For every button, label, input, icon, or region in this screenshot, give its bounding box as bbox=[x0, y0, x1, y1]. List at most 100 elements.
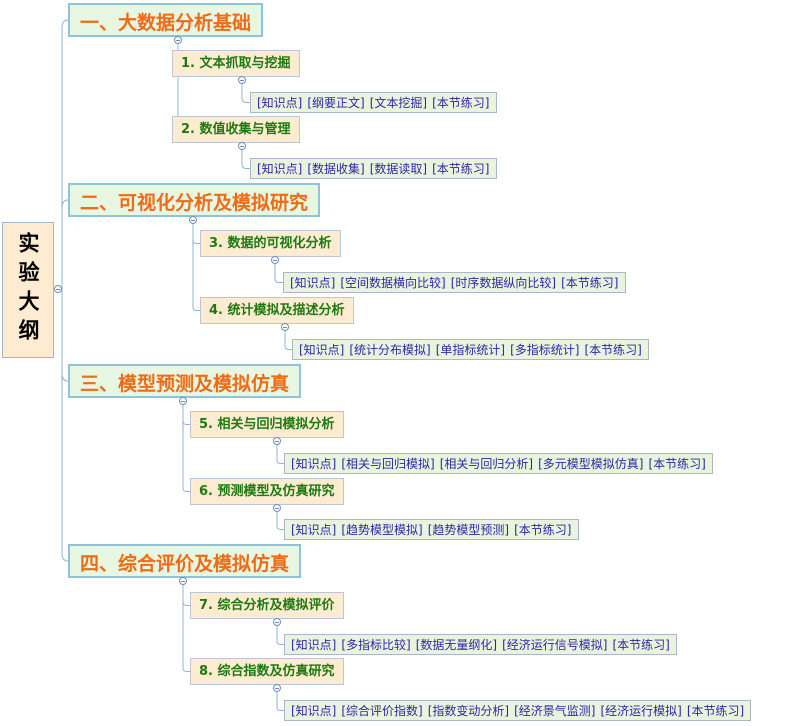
root-title: 实验大纲 bbox=[16, 232, 40, 348]
chapter-3-title: 三、模型预测及模拟仿真 bbox=[80, 373, 290, 395]
section-5-node[interactable]: 5. 相关与回归模拟分析 bbox=[190, 411, 344, 438]
topic-link[interactable]: [本节练习] bbox=[432, 96, 489, 110]
section-5-topics: [知识点] [相关与回归模拟] [相关与回归分析] [多元模型模拟仿真] [本节练习] bbox=[284, 453, 713, 474]
topic-link[interactable]: [趋势模型预测] bbox=[428, 523, 509, 537]
topic-link[interactable]: [单指标统计] bbox=[436, 343, 505, 357]
section-1-title: 1. 文本抓取与挖掘 bbox=[181, 56, 291, 71]
connector-line bbox=[182, 405, 190, 425]
section-3-title: 3. 数据的可视化分析 bbox=[209, 236, 332, 251]
chapter-3-collapse-toggle[interactable] bbox=[179, 397, 187, 405]
chapter-4-title: 四、综合评价及模拟仿真 bbox=[80, 553, 290, 575]
section-7-topics: [知识点] [多指标比较] [数据无量纲化] [经济运行信号模拟] [本节练习] bbox=[284, 634, 677, 655]
topic-link[interactable]: [本节练习] bbox=[432, 162, 489, 176]
root-collapse-toggle[interactable] bbox=[54, 285, 62, 293]
section-4-topics: [知识点] [统计分布模拟] [单指标统计] [多指标统计] [本节练习] bbox=[292, 339, 649, 360]
connector-line bbox=[192, 224, 200, 244]
connector-line bbox=[61, 289, 69, 562]
chapter-2-collapse-toggle[interactable] bbox=[189, 216, 197, 224]
section-6-node[interactable]: 6. 预测模型及仿真研究 bbox=[190, 478, 344, 505]
section-1-topics: [知识点] [纲要正文] [文本挖掘] [本节练习] bbox=[250, 92, 497, 113]
chapter-4-collapse-toggle[interactable] bbox=[179, 577, 187, 585]
section-8-title: 8. 综合指数及仿真研究 bbox=[199, 664, 335, 679]
topic-link[interactable]: [相关与回归分析] bbox=[440, 457, 533, 471]
topic-link[interactable]: [趋势模型模拟] bbox=[341, 523, 422, 537]
chapter-2-title: 二、可视化分析及模拟研究 bbox=[80, 192, 309, 214]
section-6-title: 6. 预测模型及仿真研究 bbox=[199, 484, 335, 499]
section-7-title: 7. 综合分析及模拟评价 bbox=[199, 598, 335, 613]
topic-link[interactable]: [知识点] bbox=[291, 523, 336, 537]
topic-link[interactable]: [经济景气监测] bbox=[514, 704, 595, 718]
section-3-collapse-toggle[interactable] bbox=[271, 256, 279, 264]
chapter-3-node[interactable]: 三、模型预测及模拟仿真 bbox=[68, 364, 302, 398]
connector-line bbox=[276, 512, 284, 530]
section-4-collapse-toggle[interactable] bbox=[281, 323, 289, 331]
topic-link[interactable]: [纲要正文] bbox=[307, 96, 364, 110]
section-8-collapse-toggle[interactable] bbox=[273, 684, 281, 692]
topic-link[interactable]: [数据读取] bbox=[370, 162, 427, 176]
topic-link[interactable]: [本节练习] bbox=[514, 523, 571, 537]
section-5-title: 5. 相关与回归模拟分析 bbox=[199, 417, 335, 432]
section-1-node[interactable]: 1. 文本抓取与挖掘 bbox=[172, 50, 300, 77]
section-6-collapse-toggle[interactable] bbox=[273, 504, 281, 512]
section-6-topics: [知识点] [趋势模型模拟] [趋势模型预测] [本节练习] bbox=[284, 519, 579, 540]
chapter-1-node[interactable]: 一、大数据分析基础 bbox=[68, 3, 264, 37]
topic-link[interactable]: [知识点] bbox=[257, 162, 302, 176]
connector-line bbox=[274, 264, 283, 283]
topic-link[interactable]: [本节练习] bbox=[687, 704, 744, 718]
chapter-2-node[interactable]: 二、可视化分析及模拟研究 bbox=[68, 183, 321, 217]
section-1-collapse-toggle[interactable] bbox=[238, 76, 246, 84]
topic-link[interactable]: [知识点] bbox=[290, 276, 335, 290]
chapter-1-collapse-toggle[interactable] bbox=[174, 36, 182, 44]
topic-link[interactable]: [综合评价指数] bbox=[341, 704, 422, 718]
section-2-node[interactable]: 2. 数值收集与管理 bbox=[172, 116, 300, 143]
connector-line bbox=[182, 405, 190, 492]
connector-line bbox=[276, 692, 284, 711]
connector-line bbox=[182, 585, 190, 606]
root-node[interactable]: 实验大纲 bbox=[2, 222, 54, 358]
topic-link[interactable]: [指数变动分析] bbox=[428, 704, 509, 718]
connector-line bbox=[182, 585, 190, 672]
section-3-topics: [知识点] [空间数据横向比较] [时序数据纵向比较] [本节练习] bbox=[283, 272, 626, 293]
topic-link[interactable]: [经济运行信号模拟] bbox=[502, 638, 607, 652]
topic-link[interactable]: [文本挖掘] bbox=[370, 96, 427, 110]
section-8-topics: [知识点] [综合评价指数] [指数变动分析] [经济景气监测] [经济运行模拟] [本节… bbox=[284, 700, 752, 721]
section-7-collapse-toggle[interactable] bbox=[273, 618, 281, 626]
topic-link[interactable]: [知识点] bbox=[257, 96, 302, 110]
section-7-node[interactable]: 7. 综合分析及模拟评价 bbox=[190, 592, 344, 619]
section-3-node[interactable]: 3. 数据的可视化分析 bbox=[200, 230, 341, 257]
topic-link[interactable]: [知识点] bbox=[299, 343, 344, 357]
topic-link[interactable]: [统计分布模拟] bbox=[349, 343, 430, 357]
section-8-node[interactable]: 8. 综合指数及仿真研究 bbox=[190, 658, 344, 685]
connector-line bbox=[61, 19, 69, 289]
connector-line bbox=[192, 224, 200, 311]
topic-link[interactable]: [本节练习] bbox=[649, 457, 706, 471]
topic-link[interactable]: [知识点] bbox=[291, 638, 336, 652]
section-2-topics: [知识点] [数据收集] [数据读取] [本节练习] bbox=[250, 158, 497, 179]
topic-link[interactable]: [空间数据横向比较] bbox=[340, 276, 445, 290]
topic-link[interactable]: [知识点] bbox=[291, 704, 336, 718]
section-2-collapse-toggle[interactable] bbox=[238, 142, 246, 150]
connector-line bbox=[276, 445, 284, 464]
connector-line bbox=[241, 150, 250, 169]
topic-link[interactable]: [多指标统计] bbox=[510, 343, 579, 357]
topic-link[interactable]: [本节练习] bbox=[613, 638, 670, 652]
connector-line bbox=[284, 331, 292, 350]
topic-link[interactable]: [数据收集] bbox=[307, 162, 364, 176]
section-4-node[interactable]: 4. 统计模拟及描述分析 bbox=[200, 297, 354, 324]
topic-link[interactable]: [数据无量纲化] bbox=[416, 638, 497, 652]
chapter-1-title: 一、大数据分析基础 bbox=[80, 12, 252, 34]
topic-link[interactable]: [知识点] bbox=[291, 457, 336, 471]
section-4-title: 4. 统计模拟及描述分析 bbox=[209, 303, 345, 318]
topic-link[interactable]: [多指标比较] bbox=[341, 638, 410, 652]
topic-link[interactable]: [多元模型模拟仿真] bbox=[538, 457, 643, 471]
section-5-collapse-toggle[interactable] bbox=[273, 437, 281, 445]
chapter-4-node[interactable]: 四、综合评价及模拟仿真 bbox=[68, 544, 302, 578]
connector-line bbox=[276, 626, 284, 645]
topic-link[interactable]: [时序数据纵向比较] bbox=[451, 276, 556, 290]
topic-link[interactable]: [本节练习] bbox=[585, 343, 642, 357]
topic-link[interactable]: [相关与回归模拟] bbox=[341, 457, 434, 471]
section-2-title: 2. 数值收集与管理 bbox=[181, 122, 291, 137]
connector-line bbox=[241, 84, 250, 103]
topic-link[interactable]: [经济运行模拟] bbox=[601, 704, 682, 718]
topic-link[interactable]: [本节练习] bbox=[561, 276, 618, 290]
